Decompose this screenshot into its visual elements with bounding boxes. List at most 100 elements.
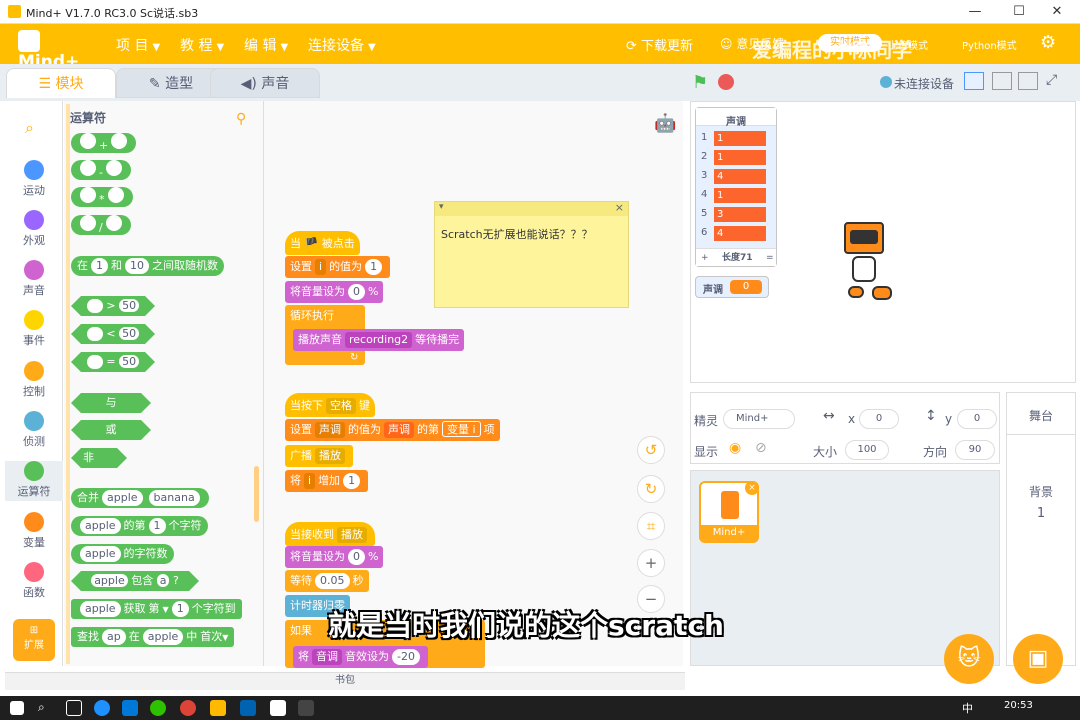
category-functions[interactable]: 函数 [5, 562, 63, 600]
category-control[interactable]: 控制 [5, 361, 63, 399]
join-block[interactable]: 合并 apple banana [71, 488, 209, 508]
extensions-button[interactable]: ⊞ 扩展 [13, 619, 55, 661]
multiply-block[interactable]: * [71, 187, 133, 207]
slot[interactable] [105, 160, 122, 176]
category-sound[interactable]: 声音 [5, 260, 63, 298]
category-sensing[interactable]: 侦测 [5, 411, 63, 449]
input-string[interactable]: apple [80, 518, 121, 534]
value[interactable]: 50 [119, 299, 139, 312]
when-receive-block[interactable]: 当接收到 播放 [285, 522, 375, 546]
value[interactable]: 1 [714, 150, 766, 165]
stop-icon[interactable] [718, 74, 734, 90]
input-a[interactable]: apple [102, 490, 143, 506]
slot[interactable] [80, 187, 96, 203]
search-icon[interactable]: ⌕ [25, 118, 34, 138]
crop-icon[interactable]: ⌗ [637, 512, 665, 540]
slot[interactable] [80, 215, 96, 231]
input-index[interactable]: 1 [171, 601, 189, 617]
green-flag-icon[interactable]: ⚑ [692, 72, 708, 93]
mindplus-task-icon[interactable] [270, 700, 286, 716]
value-input[interactable]: 1 [343, 473, 361, 489]
play-sound-until-done-block[interactable]: 播放声音 recording2 等待播完 [293, 329, 465, 351]
menu-project[interactable]: 项 目 ▼ [116, 35, 160, 55]
fullscreen-icon[interactable]: ⤢ [1046, 72, 1057, 88]
list-item[interactable]: 41 [698, 187, 770, 204]
input-string[interactable]: apple [80, 546, 121, 562]
direction-input[interactable]: 90 [955, 440, 995, 460]
when-flag-clicked-block[interactable]: 当 🏴 被点击 [285, 231, 360, 255]
value[interactable]: 1 [714, 131, 766, 146]
not-block[interactable]: 非 [71, 448, 127, 468]
redo-icon[interactable]: ↻ [637, 475, 665, 503]
comment-note[interactable]: ▾ × Scratch无扩展也能说话？？？ [434, 201, 629, 308]
list-item[interactable]: 53 [698, 206, 770, 223]
input-to[interactable]: 10 [125, 258, 149, 274]
change-variable-block[interactable]: 将 i 增加 1 [285, 470, 369, 492]
message-dropdown[interactable]: 播放 [315, 448, 345, 464]
list-item[interactable]: 64 [698, 225, 770, 242]
windows-start-icon[interactable] [10, 701, 24, 715]
x-input[interactable]: 0 [859, 409, 899, 429]
and-block[interactable]: 与 [71, 393, 151, 413]
value[interactable]: 50 [119, 327, 139, 340]
zoom-in-icon[interactable]: + [637, 549, 665, 577]
input-string[interactable]: apple [80, 601, 121, 617]
value[interactable]: 50 [119, 355, 139, 368]
value-input[interactable]: 0 [348, 549, 365, 565]
value-input[interactable]: -20 [392, 649, 420, 665]
set-sound-effect-block[interactable]: 将音调 音效设为 -20 [293, 646, 428, 668]
random-block[interactable]: 在 1 和 10 之间取随机数 [71, 256, 224, 276]
set-variable-item-block[interactable]: 设置 声调 的值为 声调 的第 变量 i项 [285, 419, 500, 441]
slot[interactable] [107, 187, 124, 203]
category-events[interactable]: 事件 [5, 310, 63, 348]
browser-icon[interactable] [94, 700, 110, 716]
small-stage-icon[interactable] [964, 72, 984, 90]
stage-panel[interactable]: 舞台 背景 1 [1006, 392, 1076, 666]
python-mode-toggle[interactable]: Python模式 [962, 37, 1017, 52]
message-dropdown[interactable]: 播放 [337, 527, 367, 543]
key-dropdown[interactable]: 空格 [326, 398, 356, 414]
palette-scrollbar[interactable] [254, 466, 259, 522]
list-monitor[interactable]: 声调 11 21 34 41 53 64 + 长度71 = [695, 107, 777, 267]
input-from[interactable]: 1 [91, 258, 108, 274]
value[interactable]: 3 [714, 207, 766, 222]
add-block[interactable]: + [71, 133, 137, 153]
app-icon[interactable] [240, 700, 256, 716]
sprite-thumbnail[interactable]: Mind+ × [699, 481, 759, 543]
menu-edit[interactable]: 编 辑 ▼ [244, 35, 288, 55]
category-looks[interactable]: 外观 [5, 210, 63, 248]
minimize-button[interactable]: — [960, 3, 990, 21]
slot[interactable] [87, 355, 103, 369]
or-block[interactable]: 或 [71, 420, 151, 440]
slot[interactable] [87, 299, 103, 313]
search-icon[interactable]: ⌕ [38, 700, 45, 715]
divide-block[interactable]: / [71, 215, 131, 235]
add-item-icon[interactable]: + [701, 249, 709, 267]
sound-dropdown[interactable]: recording2 [345, 332, 413, 348]
value-input[interactable]: 1 [365, 259, 383, 275]
dropdown[interactable]: 第 [149, 602, 160, 615]
list-dropdown[interactable]: 声调 [384, 422, 414, 438]
variable-dropdown[interactable]: i [315, 259, 327, 275]
length-block[interactable]: apple 的字符数 [71, 544, 174, 564]
large-stage-icon[interactable] [1018, 72, 1038, 90]
variable-dropdown[interactable]: i [304, 473, 316, 489]
less-than-block[interactable]: < 50 [71, 324, 155, 344]
note-text[interactable]: Scratch无扩展也能说话？？？ [441, 226, 593, 242]
letter-of-block[interactable]: apple 的第 1 个字符 [71, 516, 208, 536]
input-string[interactable]: apple [91, 574, 128, 587]
sprite-name-input[interactable]: Mind+ [723, 409, 795, 429]
value[interactable]: 1 [714, 188, 766, 203]
set-variable-block[interactable]: 设置 i 的值为 1 [285, 256, 391, 278]
wechat-icon[interactable] [150, 700, 166, 716]
list-item[interactable]: 11 [698, 130, 770, 147]
mindplus-robot-sprite[interactable] [838, 204, 898, 304]
wait-block[interactable]: 等待 0.05 秒 [285, 570, 369, 592]
note-header[interactable]: ▾ × [435, 201, 628, 216]
size-input[interactable]: 100 [845, 440, 889, 460]
category-operators[interactable]: 运算符 [5, 461, 63, 501]
delete-sprite-icon[interactable]: × [745, 481, 759, 495]
broadcast-block[interactable]: 广播 播放 [285, 445, 353, 467]
ime-indicator[interactable]: 中 [962, 700, 973, 716]
pin-icon[interactable]: ⚲ [236, 111, 246, 127]
